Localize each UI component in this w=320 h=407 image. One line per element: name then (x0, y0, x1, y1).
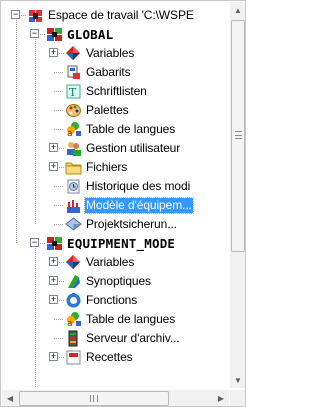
expand-icon[interactable]: + (49, 162, 58, 171)
tree-item[interactable]: Projektsicherun... (2, 215, 229, 234)
workspace-icon (27, 7, 44, 24)
templates-icon (65, 64, 82, 81)
equipment-model-icon (65, 197, 82, 214)
tree-item-label[interactable]: Schriftlisten (85, 84, 148, 99)
grip-icon (235, 131, 242, 139)
tree-item[interactable]: − Espace de travail 'C:\WSPE (2, 6, 229, 25)
scroll-right-arrow-icon[interactable]: ▶ (213, 390, 229, 406)
tree-item[interactable]: + Variables (2, 253, 229, 272)
tree-item[interactable]: + Variables (2, 44, 229, 63)
tree-item[interactable]: + Synoptiques (2, 272, 229, 291)
tree-item[interactable]: − EQUIPMENT_MODE (2, 234, 229, 253)
collapse-icon[interactable]: − (11, 10, 20, 19)
project-icon (46, 235, 63, 252)
functions-icon (65, 292, 82, 309)
tree-item[interactable]: − GLOBAL (2, 25, 229, 44)
tree-item[interactable]: a Table de langues (2, 310, 229, 329)
language-table-icon: a (65, 121, 82, 138)
scroll-up-arrow-icon[interactable]: ▲ (230, 2, 245, 18)
collapse-icon[interactable]: − (30, 238, 39, 247)
scrollbar-corner (230, 390, 245, 406)
tree-item[interactable]: + Recettes (2, 348, 229, 367)
svg-text:T: T (69, 86, 77, 99)
tree-item[interactable]: + Gestion utilisateur (2, 139, 229, 158)
vertical-scrollbar[interactable]: ▲ ▼ (230, 2, 245, 388)
screens-icon (65, 273, 82, 290)
project-tree[interactable]: − Espace de travail 'C:\WSPE − GLOBAL + Varia… (2, 2, 229, 388)
language-table-icon: a (65, 311, 82, 328)
tree-item[interactable]: T Schriftlisten (2, 82, 229, 101)
tree-item[interactable]: a Table de langues (2, 120, 229, 139)
tree-item-label[interactable]: GLOBAL (66, 27, 114, 42)
grip-icon (90, 395, 98, 402)
tree-item[interactable]: Historique des modi (2, 177, 229, 196)
tree-item-label[interactable]: Projektsicherun... (85, 217, 178, 232)
tree-item-label[interactable]: Table de langues (85, 122, 176, 137)
expand-icon[interactable]: + (49, 352, 58, 361)
archive-server-icon (65, 330, 82, 347)
tree-item-label[interactable]: Fonctions (85, 293, 138, 308)
tree-item-label[interactable]: Table de langues (85, 312, 176, 327)
horizontal-scroll-thumb[interactable] (19, 391, 169, 406)
tree-item-label[interactable]: Gabarits (85, 65, 132, 80)
scroll-left-arrow-icon[interactable]: ◀ (2, 390, 18, 406)
tree-item-label[interactable]: EQUIPMENT_MODE (66, 236, 176, 251)
tree-item-label[interactable]: Palettes (85, 103, 130, 118)
tree-item[interactable]: Gabarits (2, 63, 229, 82)
tree-item-label[interactable]: Synoptiques (85, 274, 152, 289)
svg-text:a: a (67, 129, 73, 138)
scroll-down-arrow-icon[interactable]: ▼ (230, 372, 245, 388)
horizontal-scrollbar[interactable]: ◀ ▶ (2, 390, 229, 406)
variables-icon (65, 45, 82, 62)
folder-icon (65, 159, 82, 176)
recipes-icon (65, 349, 82, 366)
tree-item-label[interactable]: Modèle d'équipem... (84, 197, 194, 214)
tree-item-label[interactable]: Serveur d'archiv... (85, 331, 181, 346)
tree-item-label[interactable]: Variables (85, 255, 135, 270)
tree-item[interactable]: Modèle d'équipem... (2, 196, 229, 215)
expand-icon[interactable]: + (49, 276, 58, 285)
variables-icon (65, 254, 82, 271)
expand-icon[interactable]: + (49, 257, 58, 266)
tree-item-label[interactable]: Variables (85, 46, 135, 61)
tree-item[interactable]: + Fonctions (2, 291, 229, 310)
tree-item-label[interactable]: Gestion utilisateur (85, 141, 181, 156)
tree-item-label[interactable]: Espace de travail 'C:\WSPE (47, 8, 195, 23)
expand-icon[interactable]: + (49, 143, 58, 152)
project-tree-panel: − Espace de travail 'C:\WSPE − GLOBAL + Varia… (0, 0, 246, 407)
tree-item[interactable]: Serveur d'archiv... (2, 329, 229, 348)
palette-icon (65, 102, 82, 119)
tree-item[interactable]: Palettes (2, 101, 229, 120)
project-icon (46, 26, 63, 43)
expand-icon[interactable]: + (49, 295, 58, 304)
user-management-icon (65, 140, 82, 157)
expand-icon[interactable]: + (49, 48, 58, 57)
font-list-icon: T (65, 83, 82, 100)
tree-item[interactable]: + Fichiers (2, 158, 229, 177)
change-history-icon (65, 178, 82, 195)
collapse-icon[interactable]: − (30, 29, 39, 38)
svg-text:a: a (67, 319, 73, 328)
tree-item-label[interactable]: Recettes (85, 350, 134, 365)
tree-item-label[interactable]: Fichiers (85, 160, 128, 175)
project-backup-icon (65, 216, 82, 233)
vertical-scroll-thumb[interactable] (231, 20, 245, 252)
tree-item-label[interactable]: Historique des modi (85, 179, 191, 194)
